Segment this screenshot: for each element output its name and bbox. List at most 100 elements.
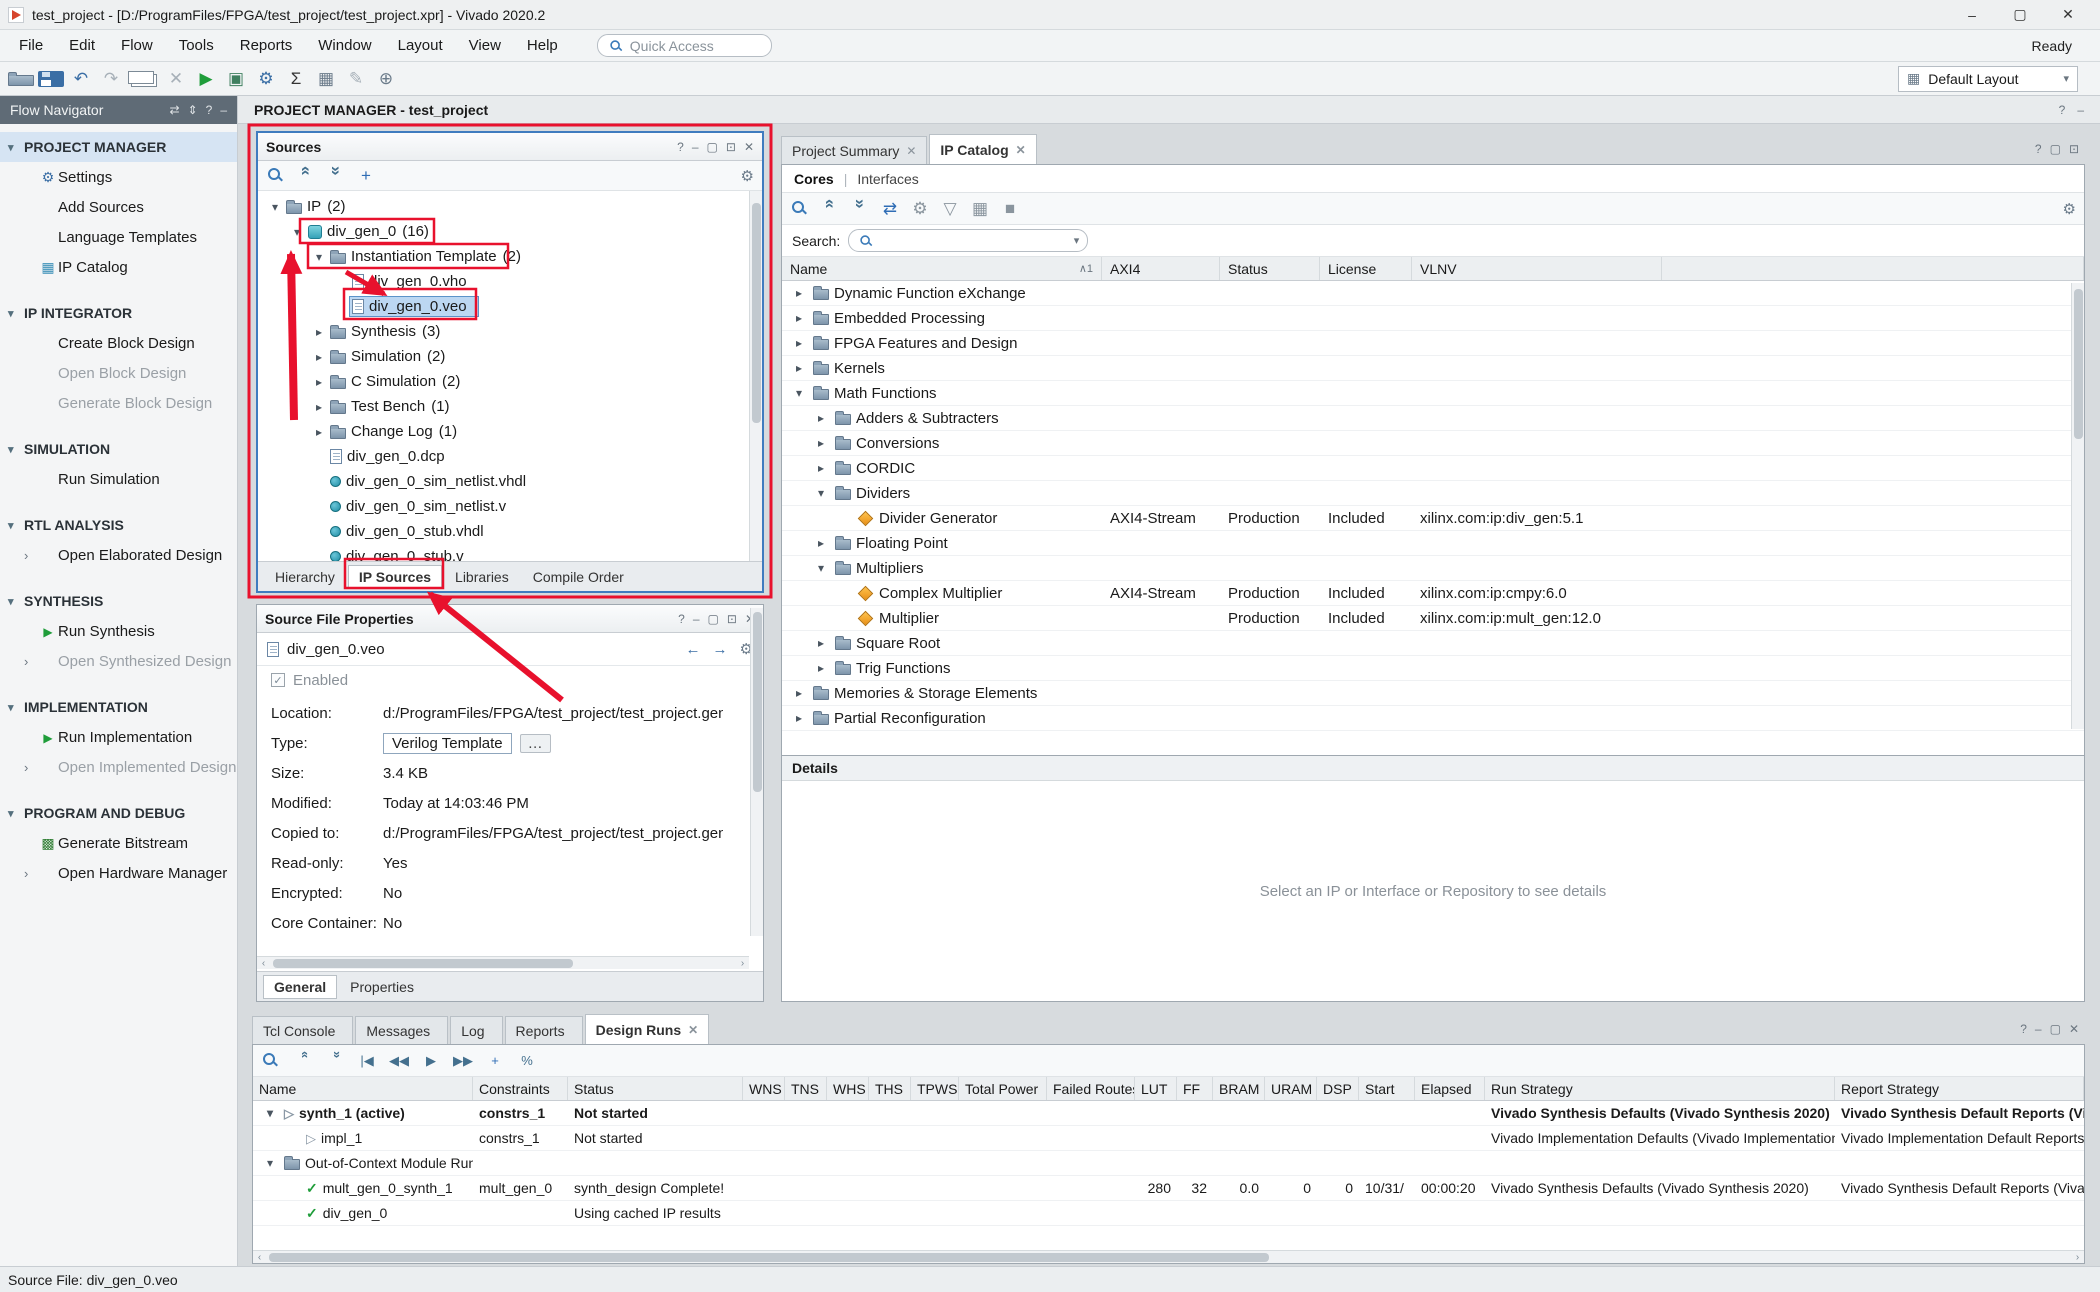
layout-select[interactable]: ▦ Default Layout ▾ xyxy=(1898,66,2078,92)
copy-icon[interactable] xyxy=(128,71,154,84)
goto-start-icon[interactable]: |◀ xyxy=(357,1051,377,1071)
tree-expander[interactable] xyxy=(812,661,830,675)
tree-expander[interactable] xyxy=(261,1156,279,1170)
catalog-row[interactable]: Square Root xyxy=(782,631,2084,656)
column-header[interactable]: Constraints xyxy=(473,1077,568,1100)
quick-access-search[interactable]: Quick Access xyxy=(597,34,772,57)
close-icon[interactable]: ✕ xyxy=(688,1023,698,1037)
save-icon[interactable] xyxy=(38,71,64,87)
column-header[interactable]: Report Strategy xyxy=(1835,1077,2084,1100)
flow-nav-item[interactable]: Generate Block Design xyxy=(0,388,237,418)
expand-all-icon[interactable]: » xyxy=(325,1051,345,1071)
column-header[interactable]: VLNV xyxy=(1412,257,1662,280)
column-header[interactable]: Status xyxy=(568,1077,743,1100)
chevron-down-icon[interactable] xyxy=(8,519,24,532)
scrollbar[interactable]: ‹ › xyxy=(257,956,749,969)
column-header[interactable]: URAM xyxy=(1265,1077,1317,1100)
tree-row[interactable]: Simulation (2) xyxy=(258,344,762,369)
details-toggle-icon[interactable]: ■ xyxy=(1000,199,1020,219)
tree-expander[interactable] xyxy=(812,461,830,475)
menu-item[interactable]: Window xyxy=(305,30,384,62)
tree-expander[interactable] xyxy=(790,361,808,375)
enabled-checkbox[interactable] xyxy=(271,673,285,687)
catalog-search-input[interactable]: ▾ xyxy=(848,229,1088,252)
catalog-row[interactable]: Embedded Processing xyxy=(782,306,2084,331)
catalog-row[interactable]: Trig Functions xyxy=(782,656,2084,681)
tree-row[interactable]: div_gen_0 (16) xyxy=(258,219,762,244)
view-tab[interactable]: Compile Order xyxy=(522,565,635,589)
catalog-row[interactable]: Adders & Subtracters xyxy=(782,406,2084,431)
console-tab[interactable]: Reports xyxy=(505,1016,583,1044)
search-icon[interactable] xyxy=(266,166,286,186)
view-tab[interactable]: Libraries xyxy=(444,565,520,589)
close-icon[interactable]: ✕ xyxy=(1016,143,1026,157)
tree-row[interactable]: Instantiation Template (2) xyxy=(258,244,762,269)
create-run-icon[interactable]: + xyxy=(485,1051,505,1071)
tree-expander[interactable] xyxy=(310,375,328,389)
nav-arrow-icon[interactable]: → xyxy=(713,641,728,658)
column-header[interactable]: Total Power xyxy=(959,1077,1047,1100)
console-tab[interactable]: Messages xyxy=(355,1016,448,1044)
panel-header-icon[interactable]: ⇄ xyxy=(170,103,180,117)
window-icon[interactable]: ✕ xyxy=(2069,1022,2079,1036)
panel-settings-icon[interactable]: ⚙ xyxy=(741,167,754,185)
window-icon[interactable]: ✕ xyxy=(744,140,754,154)
column-header[interactable]: WHS xyxy=(827,1077,869,1100)
flow-nav-item[interactable]: Create Block Design xyxy=(0,328,237,358)
panel-header-icon[interactable]: – xyxy=(220,103,227,117)
run-icon[interactable]: ▶ xyxy=(193,66,219,92)
add-sources-icon[interactable]: + xyxy=(356,166,376,186)
column-header[interactable]: WNS xyxy=(743,1077,785,1100)
menu-item[interactable]: File xyxy=(6,30,56,62)
expand-all-icon[interactable]: » xyxy=(326,166,346,186)
nav-arrow-icon[interactable]: ← xyxy=(686,641,701,658)
run-row[interactable]: div_gen_0 Using cached IP results xyxy=(253,1201,2084,1226)
panel-header-icon[interactable]: ⇕ xyxy=(188,103,198,117)
scrollbar[interactable]: ‹ › xyxy=(253,1250,2084,1263)
flow-nav-section-header[interactable]: PROGRAM AND DEBUG xyxy=(0,798,237,828)
chevron-down-icon[interactable] xyxy=(8,701,24,714)
window-icon[interactable]: ▢ xyxy=(707,140,718,154)
flow-nav-item[interactable]: Open Synthesized Design xyxy=(0,646,237,676)
collapse-all-icon[interactable]: « xyxy=(820,199,840,219)
window-icon[interactable]: ▢ xyxy=(2050,142,2061,156)
open-file-icon[interactable] xyxy=(8,75,34,86)
column-header[interactable]: Elapsed xyxy=(1415,1077,1485,1100)
tree-expander[interactable] xyxy=(790,336,808,350)
window-icon[interactable]: – xyxy=(692,140,699,154)
window-icon[interactable]: – xyxy=(2035,1022,2042,1036)
filter-icon[interactable]: ▽ xyxy=(940,199,960,219)
document-tab[interactable]: IP Catalog✕ xyxy=(929,134,1036,164)
console-tab[interactable]: Tcl Console xyxy=(252,1016,353,1044)
tree-expander[interactable] xyxy=(790,286,808,300)
group-by-icon[interactable]: ⇄ xyxy=(880,199,900,219)
view-tab[interactable]: Properties xyxy=(339,975,425,999)
column-header[interactable]: DSP xyxy=(1317,1077,1359,1100)
view-tab[interactable]: General xyxy=(263,975,337,999)
tree-row[interactable]: Change Log (1) xyxy=(258,419,762,444)
flow-nav-section-header[interactable]: SYNTHESIS xyxy=(0,586,237,616)
column-header[interactable]: Run Strategy xyxy=(1485,1077,1835,1100)
catalog-row[interactable]: CORDIC xyxy=(782,456,2084,481)
window-icon[interactable]: ▢ xyxy=(708,612,719,626)
menu-item[interactable]: Tools xyxy=(166,30,227,62)
tree-row[interactable]: div_gen_0_stub.vhdl xyxy=(258,519,762,544)
panel-settings-icon[interactable]: ⚙ xyxy=(2063,200,2076,218)
catalog-row[interactable]: Partial Reconfiguration xyxy=(782,706,2084,731)
scroll-left-icon[interactable]: ‹ xyxy=(253,1252,266,1263)
tree-expander[interactable] xyxy=(310,325,328,339)
scroll-right-icon[interactable]: › xyxy=(2071,1252,2084,1263)
tree-expander[interactable] xyxy=(261,1106,279,1120)
column-header[interactable]: LUT xyxy=(1135,1077,1177,1100)
flow-nav-item[interactable]: Run Simulation xyxy=(0,464,237,494)
document-tab[interactable]: Project Summary✕ xyxy=(781,136,927,164)
tree-expander[interactable] xyxy=(310,400,328,414)
tree-expander[interactable] xyxy=(812,436,830,450)
tree-row[interactable]: div_gen_0_sim_netlist.v xyxy=(258,494,762,519)
tree-row[interactable]: Synthesis (3) xyxy=(258,319,762,344)
tree-expander[interactable] xyxy=(310,350,328,364)
undo-icon[interactable]: ↶ xyxy=(68,66,94,92)
tree-expander[interactable] xyxy=(310,250,328,264)
customize-icon[interactable]: ⚙ xyxy=(910,199,930,219)
panel-header-icon[interactable]: ? xyxy=(206,103,213,117)
